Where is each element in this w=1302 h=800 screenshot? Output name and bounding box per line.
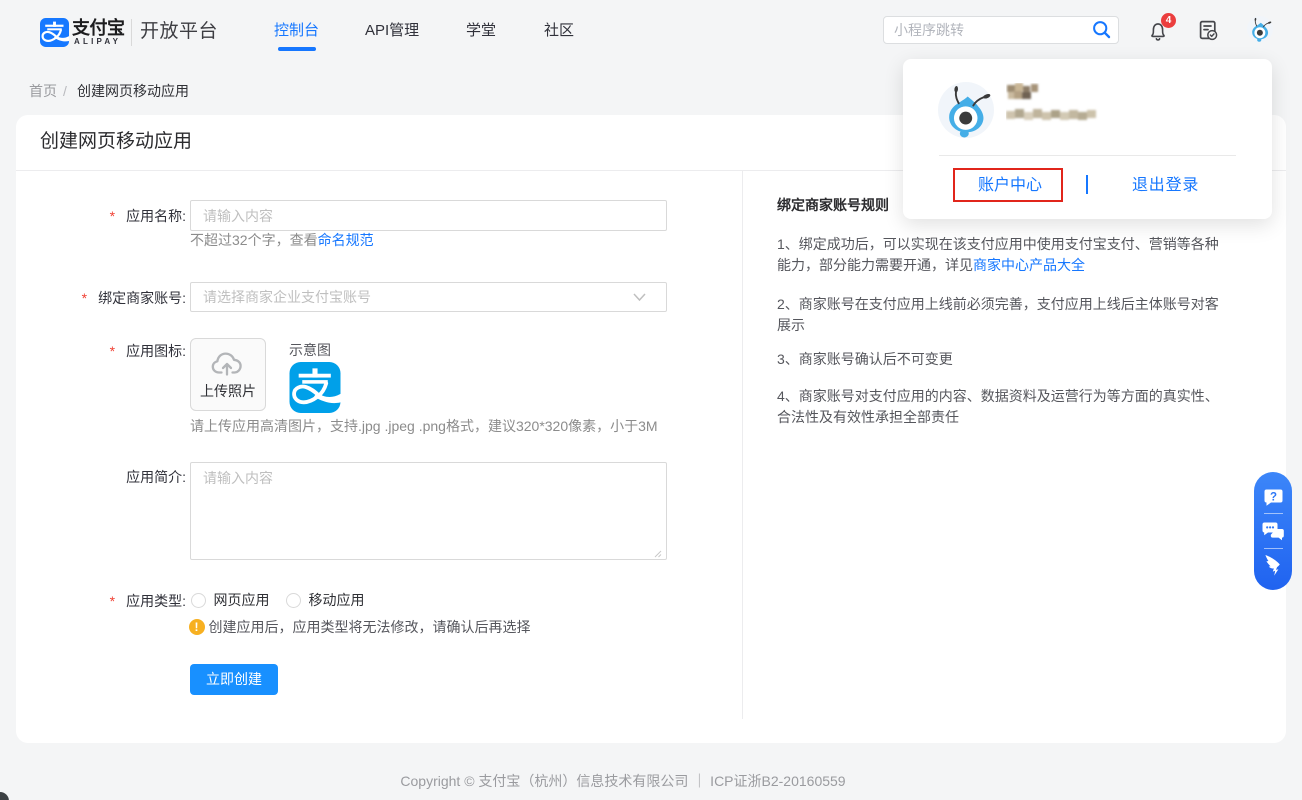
svg-text:?: ?	[1270, 491, 1277, 503]
